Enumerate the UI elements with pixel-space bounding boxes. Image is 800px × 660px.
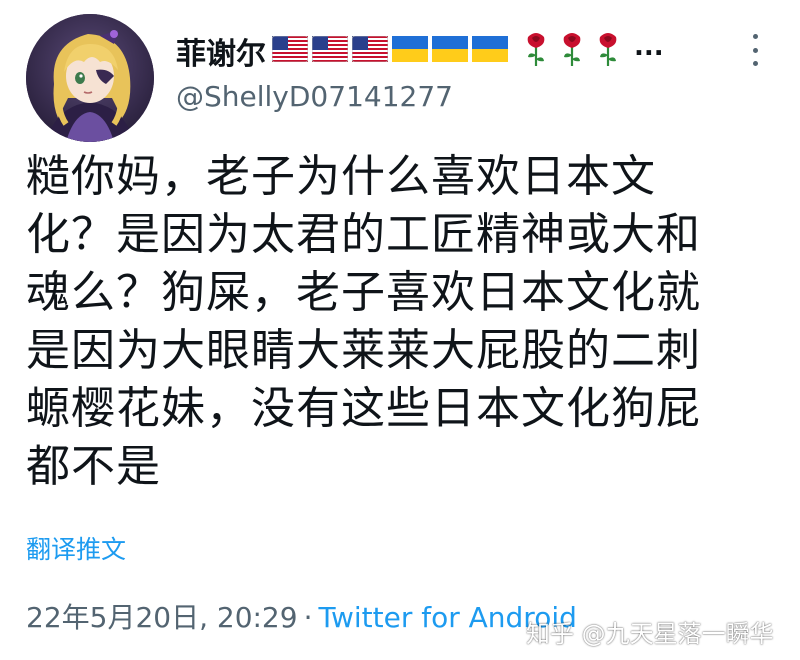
- user-handle[interactable]: @ShellyD07141277: [176, 80, 453, 113]
- more-vertical-icon[interactable]: [745, 34, 765, 66]
- tweet-text-line: 螈樱花妹，没有这些日本文化狗屁: [26, 383, 701, 434]
- name-overflow-ellipsis: ...: [634, 32, 664, 62]
- avatar-image: [26, 14, 154, 142]
- tweet-body: 糙你妈，老子为什么喜欢日本文 化？是因为太君的工匠精神或大和 魂么？狗屎，老子喜…: [26, 148, 776, 496]
- rose-icon: [560, 31, 584, 71]
- avatar[interactable]: [26, 14, 154, 142]
- tweet-text-line: 是因为大眼睛大莱莱大屁股的二刺: [26, 325, 701, 376]
- tweet-text-line: 糙你妈，老子为什么喜欢日本文: [26, 151, 656, 202]
- tweet-meta: 22年5月20日, 20:29 · Twitter for Android: [26, 596, 577, 636]
- us-flag-icon: [311, 35, 349, 66]
- ukraine-flag-icon: [392, 36, 428, 66]
- ukraine-flag-icon: [432, 36, 468, 66]
- tweet-text-line: 魂么？狗屎，老子喜欢日本文化就: [26, 267, 701, 318]
- tweet-card: 菲谢尔 ... @ShellyD07141277 糙你妈，老子为什么喜欢日本文 …: [0, 0, 800, 660]
- translate-tweet-link[interactable]: 翻译推文: [26, 530, 126, 566]
- rose-icon: [596, 31, 620, 71]
- rose-icon: [524, 31, 548, 71]
- display-name[interactable]: 菲谢尔: [176, 29, 266, 73]
- tweet-timestamp[interactable]: 22年5月20日, 20:29: [26, 601, 298, 634]
- us-flag-icon: [271, 35, 309, 66]
- meta-separator: ·: [303, 601, 313, 634]
- us-flag-icon: [351, 35, 389, 66]
- ukraine-flag-icon: [472, 36, 508, 66]
- tweet-text-line: 化？是因为太君的工匠精神或大和: [26, 209, 701, 260]
- display-name-row: 菲谢尔 ...: [176, 28, 664, 74]
- watermark: 知乎 @九天星落一瞬华: [526, 620, 774, 648]
- tweet-text-line: 都不是: [26, 441, 161, 492]
